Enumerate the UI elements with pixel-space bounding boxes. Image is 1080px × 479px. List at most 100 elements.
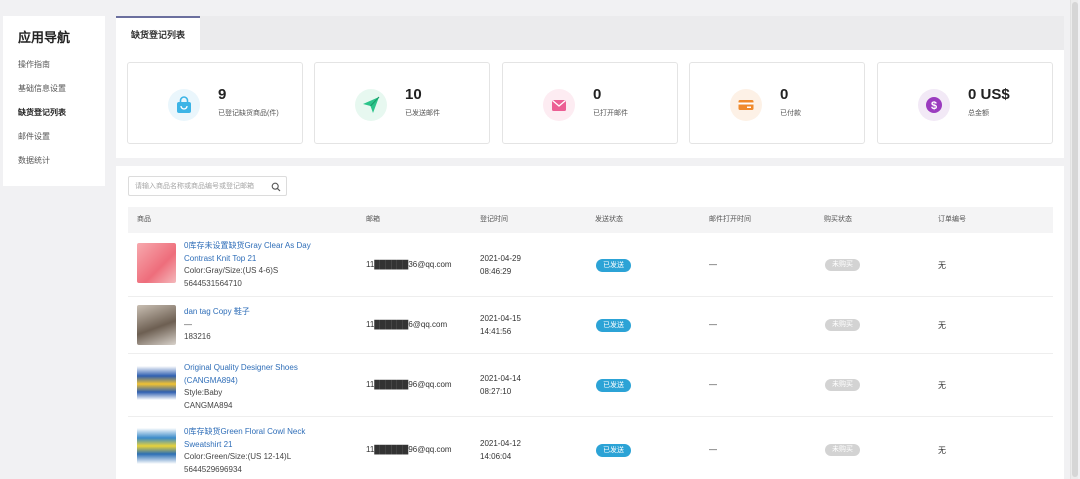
search-box — [128, 176, 287, 196]
search-icon[interactable] — [271, 182, 281, 192]
column-header-email: 邮箱 — [366, 216, 380, 223]
product-variant: Color:Gray/Size:(US 4-6)S — [184, 266, 279, 275]
sidebar-title: 应用导航 — [18, 30, 71, 45]
email-cell: 11██████36@qq.com — [366, 260, 452, 269]
column-header-open-time: 邮件打开时间 — [709, 216, 751, 223]
product-thumbnail[interactable] — [137, 426, 176, 466]
shopping-bag-icon — [168, 89, 200, 121]
email-cell: 11██████96@qq.com — [366, 445, 452, 454]
status-badge-not-purchased: 未购买 — [825, 319, 860, 331]
product-thumbnail[interactable] — [137, 305, 176, 345]
register-time: 08:27:10 — [480, 386, 512, 396]
sidebar-item-email-settings[interactable]: 邮件设置 — [18, 130, 105, 154]
open-time-cell: — — [709, 260, 717, 269]
column-header-buy-status: 购买状态 — [824, 216, 852, 223]
product-sku: 183216 — [184, 332, 211, 341]
product-name-link[interactable]: Original Quality Designer Shoes (CANGMA8… — [184, 362, 324, 387]
register-time-cell: 2021-04-29 08:46:29 — [480, 253, 521, 278]
register-time: 14:06:04 — [480, 451, 512, 461]
stat-value: 9 — [218, 86, 227, 103]
column-header-order-no: 订单编号 — [938, 216, 966, 223]
table-row: dan tag Copy 鞋子 — 183216 11██████6@qq.co… — [128, 297, 1053, 354]
stats-panel: 9 已登记缺货商品(件) 10 已发送邮件 0 已打开邮件 0 已付款 $ 0 … — [116, 50, 1064, 158]
product-thumbnail[interactable] — [137, 243, 176, 283]
product-info: 0库存缺货Green Floral Cowl Neck Sweatshirt 2… — [184, 426, 324, 476]
stat-card-registered-items: 9 已登记缺货商品(件) — [127, 62, 303, 144]
table-row: Original Quality Designer Shoes (CANGMA8… — [128, 354, 1053, 417]
sidebar-item-basic-settings[interactable]: 基础信息设置 — [18, 82, 105, 106]
status-badge-sent: 已发送 — [596, 379, 631, 392]
product-info: Original Quality Designer Shoes (CANGMA8… — [184, 362, 324, 412]
product-name-link[interactable]: dan tag Copy 鞋子 — [184, 306, 324, 319]
stat-label: 已登记缺货商品(件) — [218, 110, 279, 117]
sidebar-item-stockout-list[interactable]: 缺货登记列表 — [18, 106, 105, 130]
order-no-cell: 无 — [938, 446, 946, 455]
product-thumbnail[interactable] — [137, 362, 176, 402]
table-header: 商品 邮箱 登记时间 发送状态 邮件打开时间 购买状态 订单编号 — [128, 207, 1053, 233]
svg-text:$: $ — [931, 100, 937, 112]
stockout-list-panel: 商品 邮箱 登记时间 发送状态 邮件打开时间 购买状态 订单编号 0库存未设置缺… — [116, 166, 1064, 479]
email-cell: 11██████6@qq.com — [366, 320, 448, 329]
status-badge-sent: 已发送 — [596, 259, 631, 272]
stat-label: 已发送邮件 — [405, 110, 440, 117]
scrollbar-thumb[interactable] — [1072, 2, 1078, 477]
product-sku: 5644529696934 — [184, 464, 242, 474]
status-badge-sent: 已发送 — [596, 319, 631, 332]
tab-stockout-list[interactable]: 缺货登记列表 — [116, 16, 200, 50]
payment-card-icon — [730, 89, 762, 121]
stat-value: 0 — [593, 86, 602, 103]
stat-card-total-amount: $ 0 US$ 总金额 — [877, 62, 1053, 144]
order-no-cell: 无 — [938, 261, 946, 270]
stat-value: 10 — [405, 86, 422, 103]
sidebar-item-statistics[interactable]: 数据统计 — [18, 154, 105, 178]
stat-label: 已打开邮件 — [593, 110, 628, 117]
product-name-link[interactable]: 0库存缺货Green Floral Cowl Neck Sweatshirt 2… — [184, 426, 324, 451]
search-input[interactable] — [135, 180, 269, 193]
register-date: 2021-04-14 — [480, 374, 521, 383]
product-variant: Style:Baby — [184, 388, 223, 397]
status-badge-sent: 已发送 — [596, 444, 631, 457]
table-row: 0库存未设置缺货Gray Clear As Day Contrast Knit … — [128, 234, 1053, 297]
stat-card-sent-emails: 10 已发送邮件 — [314, 62, 490, 144]
status-badge-not-purchased: 未购买 — [825, 444, 860, 456]
stat-value: 0 — [780, 86, 789, 103]
column-header-product: 商品 — [137, 216, 151, 223]
sidebar-item-guide[interactable]: 操作指南 — [18, 58, 105, 82]
register-date: 2021-04-15 — [480, 314, 521, 323]
register-date: 2021-04-12 — [480, 439, 521, 448]
register-date: 2021-04-29 — [480, 254, 521, 263]
paper-plane-icon — [355, 89, 387, 121]
open-time-cell: — — [709, 320, 717, 329]
register-time: 08:46:29 — [480, 266, 512, 276]
email-cell: 11██████96@qq.com — [366, 380, 452, 389]
stat-label: 总金额 — [968, 110, 989, 117]
register-time: 14:41:56 — [480, 326, 512, 336]
product-info: 0库存未设置缺货Gray Clear As Day Contrast Knit … — [184, 240, 324, 290]
product-variant: Color:Green/Size:(US 12-14)L — [184, 452, 292, 461]
status-badge-not-purchased: 未购买 — [825, 379, 860, 391]
tab-bar: 缺货登记列表 — [116, 16, 1064, 50]
stat-label: 已付款 — [780, 110, 801, 117]
dollar-coin-icon: $ — [918, 89, 950, 121]
order-no-cell: 无 — [938, 381, 946, 390]
stat-card-paid: 0 已付款 — [689, 62, 865, 144]
open-time-cell: — — [709, 380, 717, 389]
app-navigation-sidebar: 应用导航 操作指南 基础信息设置 缺货登记列表 邮件设置 数据统计 — [3, 16, 105, 186]
product-info: dan tag Copy 鞋子 — 183216 — [184, 306, 324, 344]
column-header-register-time: 登记时间 — [480, 216, 508, 223]
product-sku: CANGMA894 — [184, 400, 233, 410]
status-badge-not-purchased: 未购买 — [825, 259, 860, 271]
column-header-send-status: 发送状态 — [595, 216, 623, 223]
register-time-cell: 2021-04-14 08:27:10 — [480, 373, 521, 398]
open-time-cell: — — [709, 445, 717, 454]
table-row: 0库存缺货Green Floral Cowl Neck Sweatshirt 2… — [128, 417, 1053, 479]
product-sku: 5644531564710 — [184, 278, 242, 288]
page-scrollbar[interactable] — [1070, 0, 1078, 479]
register-time-cell: 2021-04-12 14:06:04 — [480, 438, 521, 463]
product-variant: — — [184, 319, 192, 329]
register-time-cell: 2021-04-15 14:41:56 — [480, 313, 521, 338]
order-no-cell: 无 — [938, 321, 946, 330]
stat-value: 0 US$ — [968, 86, 1010, 103]
product-name-link[interactable]: 0库存未设置缺货Gray Clear As Day Contrast Knit … — [184, 240, 324, 265]
envelope-icon — [543, 89, 575, 121]
